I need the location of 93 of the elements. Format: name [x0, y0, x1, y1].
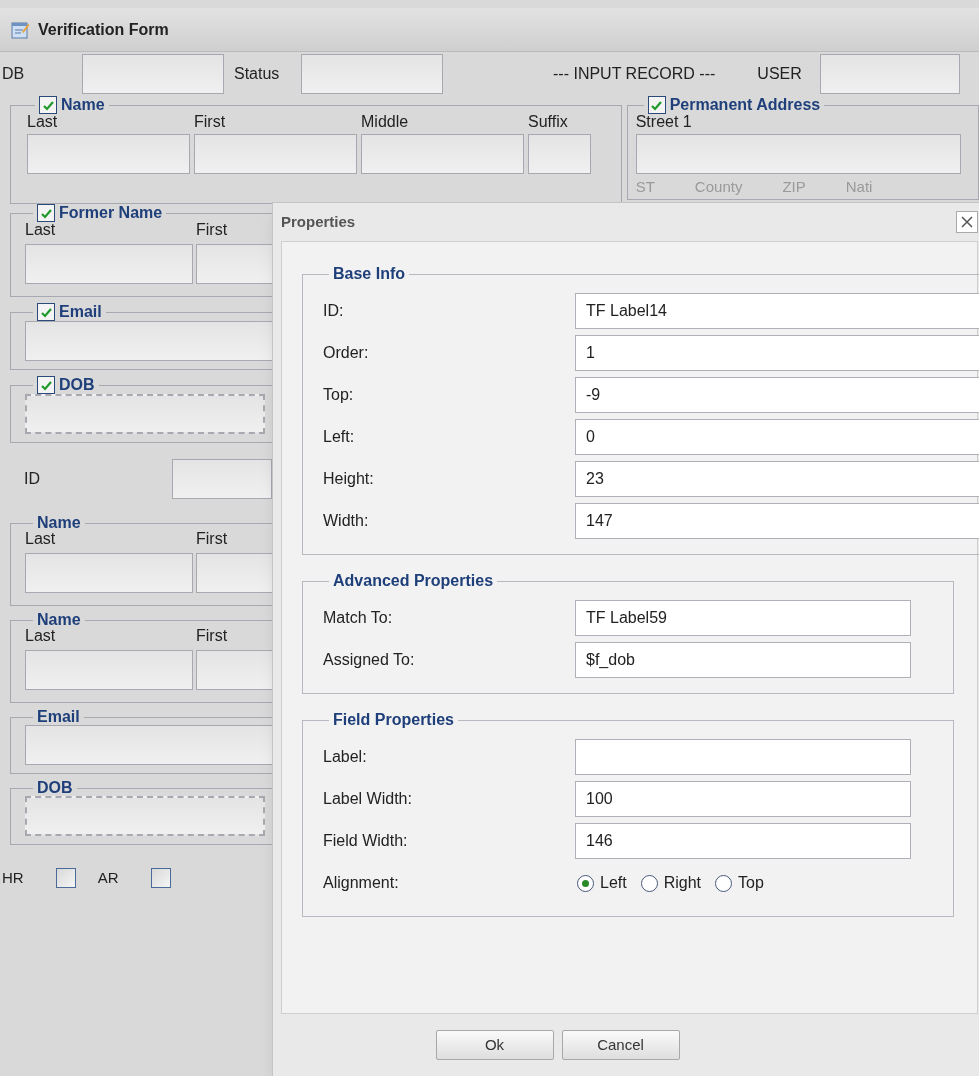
column-label: Last — [25, 220, 57, 240]
field-label: DB — [1, 64, 26, 84]
property-field[interactable]: -9 — [575, 377, 979, 413]
column-label: ZIP — [782, 177, 806, 197]
property-field[interactable]: TF Label14 — [575, 293, 979, 329]
field-label: Street 1 — [635, 112, 693, 132]
property-field[interactable]: 146 — [575, 823, 911, 859]
radio-option[interactable]: Left — [577, 871, 627, 895]
column-label: First — [196, 220, 229, 240]
section-title: Field Properties — [333, 711, 454, 728]
column-label: Last — [25, 529, 57, 549]
checkbox[interactable] — [150, 868, 171, 889]
group-title: Name — [37, 612, 81, 628]
property-field[interactable]: 1 — [575, 335, 979, 371]
field-label: USER — [757, 64, 802, 84]
property-label: Left: — [323, 427, 356, 447]
group-title: Email — [37, 709, 80, 725]
checkbox[interactable] — [39, 96, 57, 114]
close-icon — [961, 216, 973, 228]
property-field[interactable]: TF Label59 — [575, 600, 911, 636]
property-label: Label: — [323, 747, 368, 767]
radio-button[interactable] — [640, 874, 658, 892]
property-field[interactable]: 147 — [575, 503, 979, 539]
property-field[interactable] — [575, 739, 911, 775]
checkbox[interactable] — [37, 376, 55, 394]
group-title: DOB — [59, 377, 95, 393]
text-field[interactable] — [194, 134, 357, 174]
property-label: Assigned To: — [323, 650, 416, 670]
date-field[interactable] — [25, 796, 265, 836]
column-label: First — [196, 529, 229, 549]
form-icon — [10, 19, 30, 40]
property-field[interactable]: 23 — [575, 461, 979, 497]
text-field[interactable] — [25, 650, 193, 690]
property-label: Alignment: — [323, 873, 400, 893]
column-label: County — [694, 177, 743, 197]
property-label: Field Width: — [323, 831, 409, 851]
text-field[interactable] — [301, 54, 443, 94]
property-field[interactable]: 0 — [575, 419, 979, 455]
field-label: Status — [233, 64, 281, 84]
group-title: DOB — [37, 780, 73, 796]
column-label: Nati — [845, 177, 873, 197]
text-field[interactable] — [25, 553, 193, 593]
dialog-button[interactable]: Ok — [435, 1030, 554, 1060]
radio-button[interactable] — [577, 874, 594, 892]
id-field[interactable] — [172, 459, 272, 499]
text-field[interactable] — [25, 725, 272, 765]
group-title: Name — [37, 515, 81, 531]
property-label: Top: — [323, 385, 355, 405]
column-label: First — [194, 112, 227, 132]
column-label: First — [196, 626, 229, 646]
property-label: Order: — [323, 343, 370, 363]
text-field[interactable] — [82, 54, 224, 94]
column-label: ST — [635, 177, 655, 197]
radio-option[interactable]: Top — [715, 871, 764, 895]
record-caption: --- INPUT RECORD --- — [553, 64, 716, 84]
property-label: Label Width: — [323, 789, 413, 809]
text-field[interactable] — [361, 134, 524, 174]
group-title: Former Name — [59, 205, 163, 221]
property-label: Width: — [323, 511, 370, 531]
text-field[interactable] — [25, 244, 193, 284]
column-label: Last — [27, 112, 59, 132]
checkbox[interactable] — [37, 204, 55, 222]
property-field[interactable]: 100 — [575, 781, 911, 817]
flag-label: AR — [97, 868, 119, 888]
text-field[interactable] — [25, 321, 272, 361]
text-field[interactable] — [635, 134, 961, 174]
checkbox[interactable] — [647, 97, 666, 114]
radio-button[interactable] — [715, 874, 733, 892]
id-label: ID — [24, 469, 41, 489]
column-label: Middle — [361, 112, 410, 132]
section-title: Base Info — [333, 265, 405, 282]
group-title: Name — [61, 97, 105, 113]
text-field[interactable] — [27, 134, 190, 174]
radio-option[interactable]: Right — [640, 871, 702, 895]
close-button[interactable] — [956, 211, 978, 233]
column-label: Suffix — [528, 112, 569, 132]
window-title: Verification Form — [38, 19, 169, 40]
column-label: Last — [25, 626, 57, 646]
dialog-button[interactable]: Cancel — [561, 1030, 680, 1060]
text-field[interactable] — [528, 134, 591, 174]
property-label: Match To: — [323, 608, 394, 628]
property-label: Height: — [323, 469, 375, 489]
dialog-title: Properties — [281, 211, 356, 232]
flag-label: HR — [2, 868, 24, 888]
user-field[interactable] — [819, 54, 960, 94]
date-field[interactable] — [25, 394, 265, 434]
property-label: ID: — [323, 301, 345, 321]
property-field[interactable]: $f_dob — [575, 642, 911, 678]
section-title: Advanced Properties — [333, 572, 494, 589]
checkbox[interactable] — [55, 868, 76, 889]
group-title: Permanent Address — [669, 97, 821, 113]
checkbox[interactable] — [37, 303, 55, 321]
group-title: Email — [59, 304, 102, 320]
